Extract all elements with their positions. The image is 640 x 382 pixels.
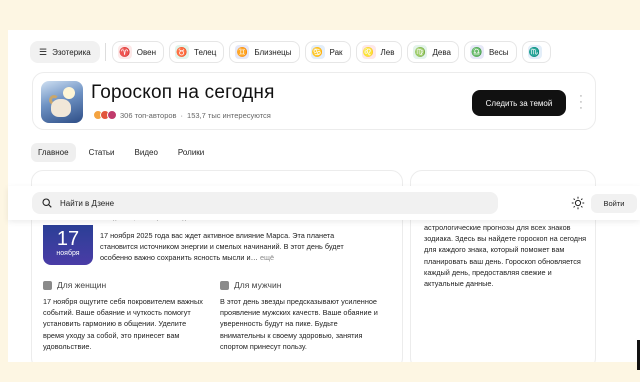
- login-button[interactable]: Войти: [591, 194, 637, 213]
- women-icon: [43, 280, 52, 290]
- left-margin: [0, 0, 8, 382]
- date-tile: 17 ноября: [43, 225, 93, 265]
- meta-separator: ·: [180, 110, 184, 120]
- theme-toggle-icon[interactable]: [571, 196, 585, 210]
- men-icon: [220, 280, 229, 290]
- tab-articles[interactable]: Статьи: [82, 143, 122, 162]
- sign-chips: ♈ Овен ♉ Телец ♊ Близнецы ♋ Рак ♌ Лев ♍ Дева ♎ Весы ♏: [111, 41, 551, 63]
- zodiac-chip[interactable]: ♎ Весы: [463, 41, 517, 63]
- zodiac-chips-bar: ☰ Эзотерика ♈ Овен ♉ Телец ♊ Близнецы ♋ Рак ♌ Лев…: [30, 41, 551, 63]
- zodiac-sign-icon: ♏: [527, 45, 542, 59]
- zodiac-chip[interactable]: ♉ Телец: [169, 41, 225, 63]
- date-month: ноября: [56, 250, 80, 257]
- men-text: В этот день звезды предсказывают усиленн…: [220, 297, 378, 351]
- zodiac-label: Рак: [329, 47, 343, 57]
- channel-description: астрологические прогнозы для всех знаков…: [424, 223, 587, 289]
- menu-icon: ☰: [39, 46, 48, 57]
- zodiac-sign-icon: ♈: [117, 45, 132, 59]
- zodiac-label: Овен: [136, 47, 156, 57]
- zodiac-sign-icon: ♊: [235, 45, 250, 59]
- search-input[interactable]: Найти в Дзене: [32, 192, 498, 214]
- tab-video[interactable]: Видео: [128, 143, 165, 162]
- more-options-icon[interactable]: · · ·: [578, 91, 584, 114]
- moon-shape: [63, 87, 75, 99]
- follow-topic-button[interactable]: Следить за темой: [472, 90, 566, 116]
- bottom-margin: [0, 362, 640, 382]
- zodiac-chip[interactable]: ♋ Рак: [304, 41, 351, 63]
- zodiac-sign-icon: ♎: [469, 45, 484, 59]
- interested-count: 153,7 тыс интересуются: [187, 110, 271, 120]
- zodiac-chip[interactable]: ♏: [521, 41, 551, 63]
- more-link[interactable]: ещё: [260, 253, 274, 262]
- author-avatars: [91, 110, 117, 120]
- zodiac-label: Лев: [380, 47, 395, 57]
- zodiac-label: Весы: [488, 47, 509, 57]
- esoteric-label: Эзотерика: [52, 47, 91, 57]
- zodiac-label: Дева: [432, 47, 451, 57]
- article-teaser[interactable]: 17 ноября 2025 года вас ждет активное вл…: [100, 230, 358, 264]
- zodiac-chip[interactable]: ♌ Лев: [355, 41, 403, 63]
- channel-avatar[interactable]: [41, 81, 83, 123]
- esoteric-menu-button[interactable]: ☰ Эзотерика: [30, 41, 100, 63]
- zodiac-label: Телец: [194, 47, 217, 57]
- zodiac-sign-icon: ♌: [361, 45, 376, 59]
- search-header: Найти в Дзене Войти: [8, 186, 640, 220]
- zodiac-label: Близнецы: [254, 47, 292, 57]
- women-text: 17 ноября ощутите себя покровителем важн…: [43, 297, 203, 351]
- women-heading-label: Для женщин: [57, 280, 107, 290]
- channel-meta: 306 топ-авторов · 153,7 тыс интересуются: [91, 110, 271, 120]
- zodiac-sign-icon: ♋: [310, 45, 325, 59]
- channel-header: Гороскоп на сегодня 306 топ-авторов · 15…: [32, 72, 596, 130]
- men-heading-label: Для мужчин: [234, 280, 282, 290]
- channel-tabs: Главное Статьи Видео Ролики: [31, 143, 217, 162]
- zodiac-sign-icon: ♍: [413, 45, 428, 59]
- zodiac-sign-icon: ♉: [175, 45, 189, 59]
- chips-divider: [104, 43, 106, 61]
- author-avatar-3: [107, 110, 117, 120]
- date-day: 17: [56, 228, 80, 250]
- search-icon: [42, 198, 52, 208]
- zodiac-chip[interactable]: ♍ Дева: [407, 41, 459, 63]
- authors-count: 306 топ-авторов: [120, 110, 177, 120]
- tab-main[interactable]: Главное: [31, 143, 76, 162]
- search-placeholder: Найти в Дзене: [60, 198, 115, 208]
- channel-title: Гороскоп на сегодня: [91, 82, 275, 103]
- top-margin: [0, 0, 640, 30]
- zodiac-chip[interactable]: ♈ Овен: [111, 41, 164, 63]
- men-heading: Для мужчин: [220, 280, 281, 290]
- tab-shorts[interactable]: Ролики: [171, 143, 211, 162]
- zodiac-chip[interactable]: ♊ Близнецы: [229, 41, 300, 63]
- women-heading: Для женщин: [43, 280, 106, 290]
- ram-shape: [51, 99, 71, 117]
- teaser-text: 17 ноября 2025 года вас ждет активное вл…: [100, 231, 344, 263]
